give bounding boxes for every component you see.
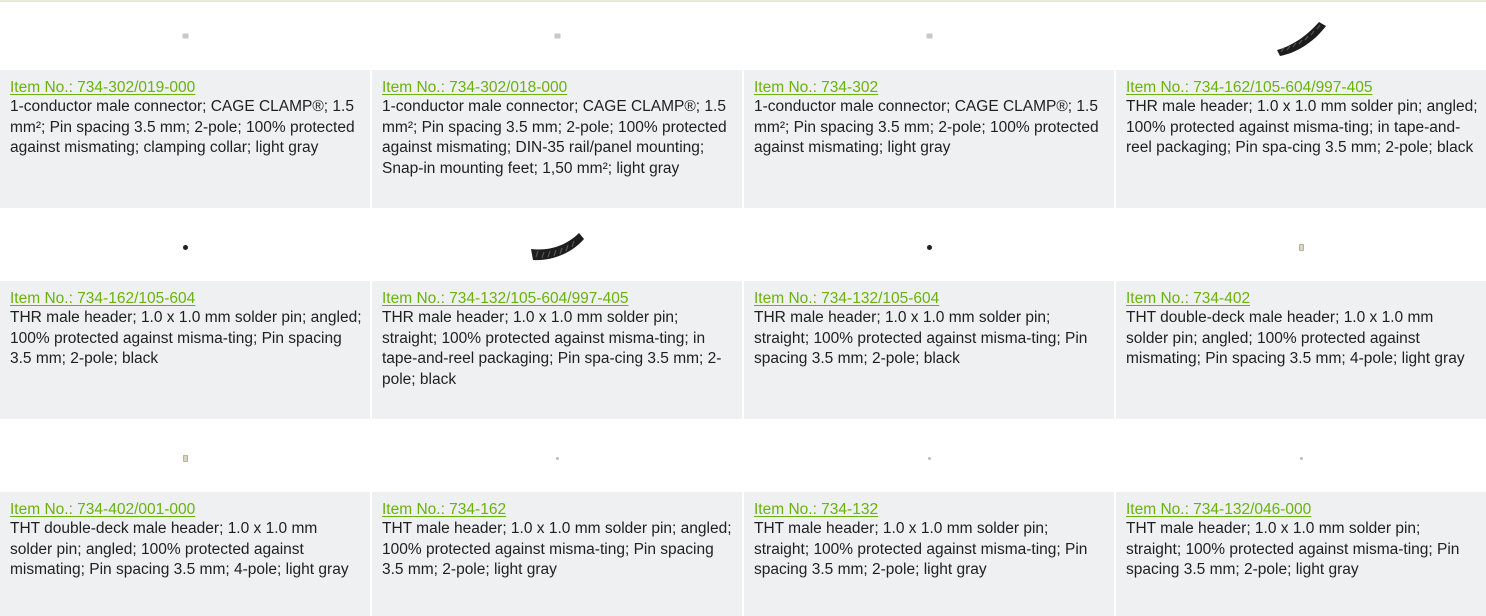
item-number-link[interactable]: Item No.: 734-162 <box>382 500 734 519</box>
product-description: THT double-deck male header; 1.0 x 1.0 m… <box>1126 309 1465 367</box>
product-info: Item No.: 734-402/001-000 THT double-dec… <box>0 492 370 616</box>
item-number-link[interactable]: Item No.: 734-402/001-000 <box>10 500 362 519</box>
item-number-link[interactable]: Item No.: 734-132 <box>754 500 1106 519</box>
product-card[interactable]: Item No.: 734-162/105-604/997-405 THR ma… <box>1116 2 1486 213</box>
product-card[interactable]: Item No.: 734-132/105-604/997-405 THR ma… <box>372 213 742 424</box>
product-description: THT male header; 1.0 x 1.0 mm solder pin… <box>1126 520 1460 578</box>
product-thumbnail[interactable] <box>1116 2 1486 70</box>
product-description: THR male header; 1.0 x 1.0 mm solder pin… <box>10 309 362 367</box>
product-grid: Item No.: 734-302/019-000 1-conductor ma… <box>0 2 1486 616</box>
product-info: Item No.: 734-132/105-604/997-405 THR ma… <box>372 281 742 419</box>
item-number-link[interactable]: Item No.: 734-302 <box>754 78 1106 97</box>
double-deck-header-icon <box>1298 243 1304 251</box>
product-info: Item No.: 734-302/019-000 1-conductor ma… <box>0 70 370 208</box>
product-thumbnail[interactable] <box>1116 424 1486 492</box>
product-description: THT male header; 1.0 x 1.0 mm solder pin… <box>754 520 1088 578</box>
black-header-thumbnail-icon <box>926 244 932 250</box>
gray-header-thumbnail-icon <box>927 456 931 460</box>
product-card[interactable]: Item No.: 734-302 1-conductor male conne… <box>744 2 1114 213</box>
product-info: Item No.: 734-132/105-604 THR male heade… <box>744 281 1114 419</box>
black-header-thumbnail-icon <box>182 244 188 250</box>
product-description: 1-conductor male connector; CAGE CLAMP®;… <box>754 98 1099 156</box>
product-info: Item No.: 734-132 THT male header; 1.0 x… <box>744 492 1114 616</box>
product-card[interactable]: Item No.: 734-302/019-000 1-conductor ma… <box>0 2 370 213</box>
tape-reel-header-icon <box>1277 22 1326 56</box>
gray-header-thumbnail-icon <box>555 456 559 460</box>
connector-thumbnail-icon <box>926 34 932 38</box>
product-thumbnail[interactable] <box>744 213 1114 281</box>
connector-thumbnail-icon <box>554 34 560 38</box>
product-info: Item No.: 734-302/018-000 1-conductor ma… <box>372 70 742 208</box>
item-number-link[interactable]: Item No.: 734-302/019-000 <box>10 78 362 97</box>
product-card[interactable]: Item No.: 734-162 THT male header; 1.0 x… <box>372 424 742 616</box>
item-number-link[interactable]: Item No.: 734-132/046-000 <box>1126 500 1478 519</box>
item-number-link[interactable]: Item No.: 734-302/018-000 <box>382 78 734 97</box>
connector-thumbnail-icon <box>182 34 188 38</box>
product-card[interactable]: Item No.: 734-162/105-604 THR male heade… <box>0 213 370 424</box>
item-number-link[interactable]: Item No.: 734-132/105-604/997-405 <box>382 289 734 308</box>
product-thumbnail[interactable] <box>0 424 370 492</box>
product-description: 1-conductor male connector; CAGE CLAMP®;… <box>10 98 355 156</box>
product-description: THT male header; 1.0 x 1.0 mm solder pin… <box>382 520 732 578</box>
product-thumbnail[interactable] <box>0 213 370 281</box>
product-description: THR male header; 1.0 x 1.0 mm solder pin… <box>1126 98 1478 156</box>
product-thumbnail[interactable] <box>372 2 742 70</box>
product-thumbnail[interactable] <box>372 213 742 281</box>
product-description: 1-conductor male connector; CAGE CLAMP®;… <box>382 98 727 177</box>
item-number-link[interactable]: Item No.: 734-162/105-604 <box>10 289 362 308</box>
product-info: Item No.: 734-162/105-604/997-405 THR ma… <box>1116 70 1486 208</box>
product-thumbnail[interactable] <box>744 424 1114 492</box>
product-info: Item No.: 734-402 THT double-deck male h… <box>1116 281 1486 419</box>
product-thumbnail[interactable] <box>372 424 742 492</box>
product-info: Item No.: 734-162/105-604 THR male heade… <box>0 281 370 419</box>
product-card[interactable]: Item No.: 734-132/046-000 THT male heade… <box>1116 424 1486 616</box>
product-info: Item No.: 734-132/046-000 THT male heade… <box>1116 492 1486 616</box>
item-number-link[interactable]: Item No.: 734-162/105-604/997-405 <box>1126 78 1478 97</box>
product-description: THR male header; 1.0 x 1.0 mm solder pin… <box>754 309 1088 367</box>
product-thumbnail[interactable] <box>744 2 1114 70</box>
gray-header-thumbnail-icon <box>1299 456 1303 460</box>
product-card[interactable]: Item No.: 734-302/018-000 1-conductor ma… <box>372 2 742 213</box>
product-thumbnail[interactable] <box>0 2 370 70</box>
item-number-link[interactable]: Item No.: 734-132/105-604 <box>754 289 1106 308</box>
product-card[interactable]: Item No.: 734-132/105-604 THR male heade… <box>744 213 1114 424</box>
product-card[interactable]: Item No.: 734-402 THT double-deck male h… <box>1116 213 1486 424</box>
product-card[interactable]: Item No.: 734-132 THT male header; 1.0 x… <box>744 424 1114 616</box>
product-info: Item No.: 734-302 1-conductor male conne… <box>744 70 1114 208</box>
product-thumbnail[interactable] <box>1116 213 1486 281</box>
item-number-link[interactable]: Item No.: 734-402 <box>1126 289 1478 308</box>
product-info: Item No.: 734-162 THT male header; 1.0 x… <box>372 492 742 616</box>
product-card[interactable]: Item No.: 734-402/001-000 THT double-dec… <box>0 424 370 616</box>
tape-reel-header-icon <box>531 233 584 261</box>
double-deck-header-icon <box>182 454 188 462</box>
product-description: THR male header; 1.0 x 1.0 mm solder pin… <box>382 309 722 388</box>
product-description: THT double-deck male header; 1.0 x 1.0 m… <box>10 520 349 578</box>
